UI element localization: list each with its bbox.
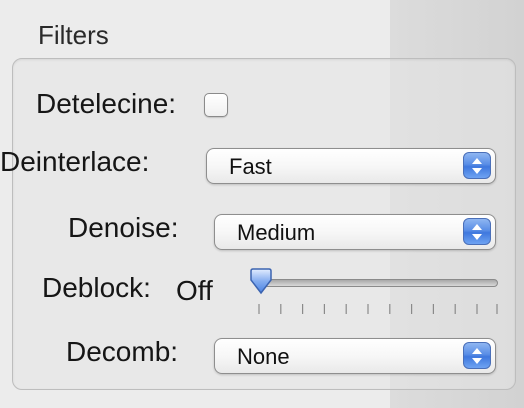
filters-section-title: Filters (38, 20, 109, 50)
detelecine-label: Detelecine: (36, 88, 177, 119)
denoise-popup-value: Medium (237, 220, 316, 245)
deinterlace-popup-value: Fast (229, 154, 272, 179)
up-down-arrows-icon (463, 218, 491, 245)
deinterlace-label: Deinterlace: (0, 146, 150, 177)
denoise-label: Denoise: (68, 212, 179, 243)
detelecine-checkbox[interactable] (204, 93, 228, 117)
deblock-slider-track[interactable] (258, 279, 498, 287)
deblock-slider-ticks (258, 304, 498, 314)
decomb-label: Decomb: (66, 336, 179, 367)
denoise-popup[interactable]: Medium (214, 214, 496, 250)
deblock-slider-knob[interactable] (248, 268, 274, 296)
deblock-value: Off (176, 275, 213, 306)
deblock-label: Deblock: (42, 272, 151, 303)
up-down-arrows-icon (463, 152, 491, 179)
deinterlace-popup[interactable]: Fast (206, 148, 496, 184)
decomb-popup-value: None (237, 344, 290, 369)
up-down-arrows-icon (463, 342, 491, 369)
decomb-popup[interactable]: None (214, 338, 496, 374)
